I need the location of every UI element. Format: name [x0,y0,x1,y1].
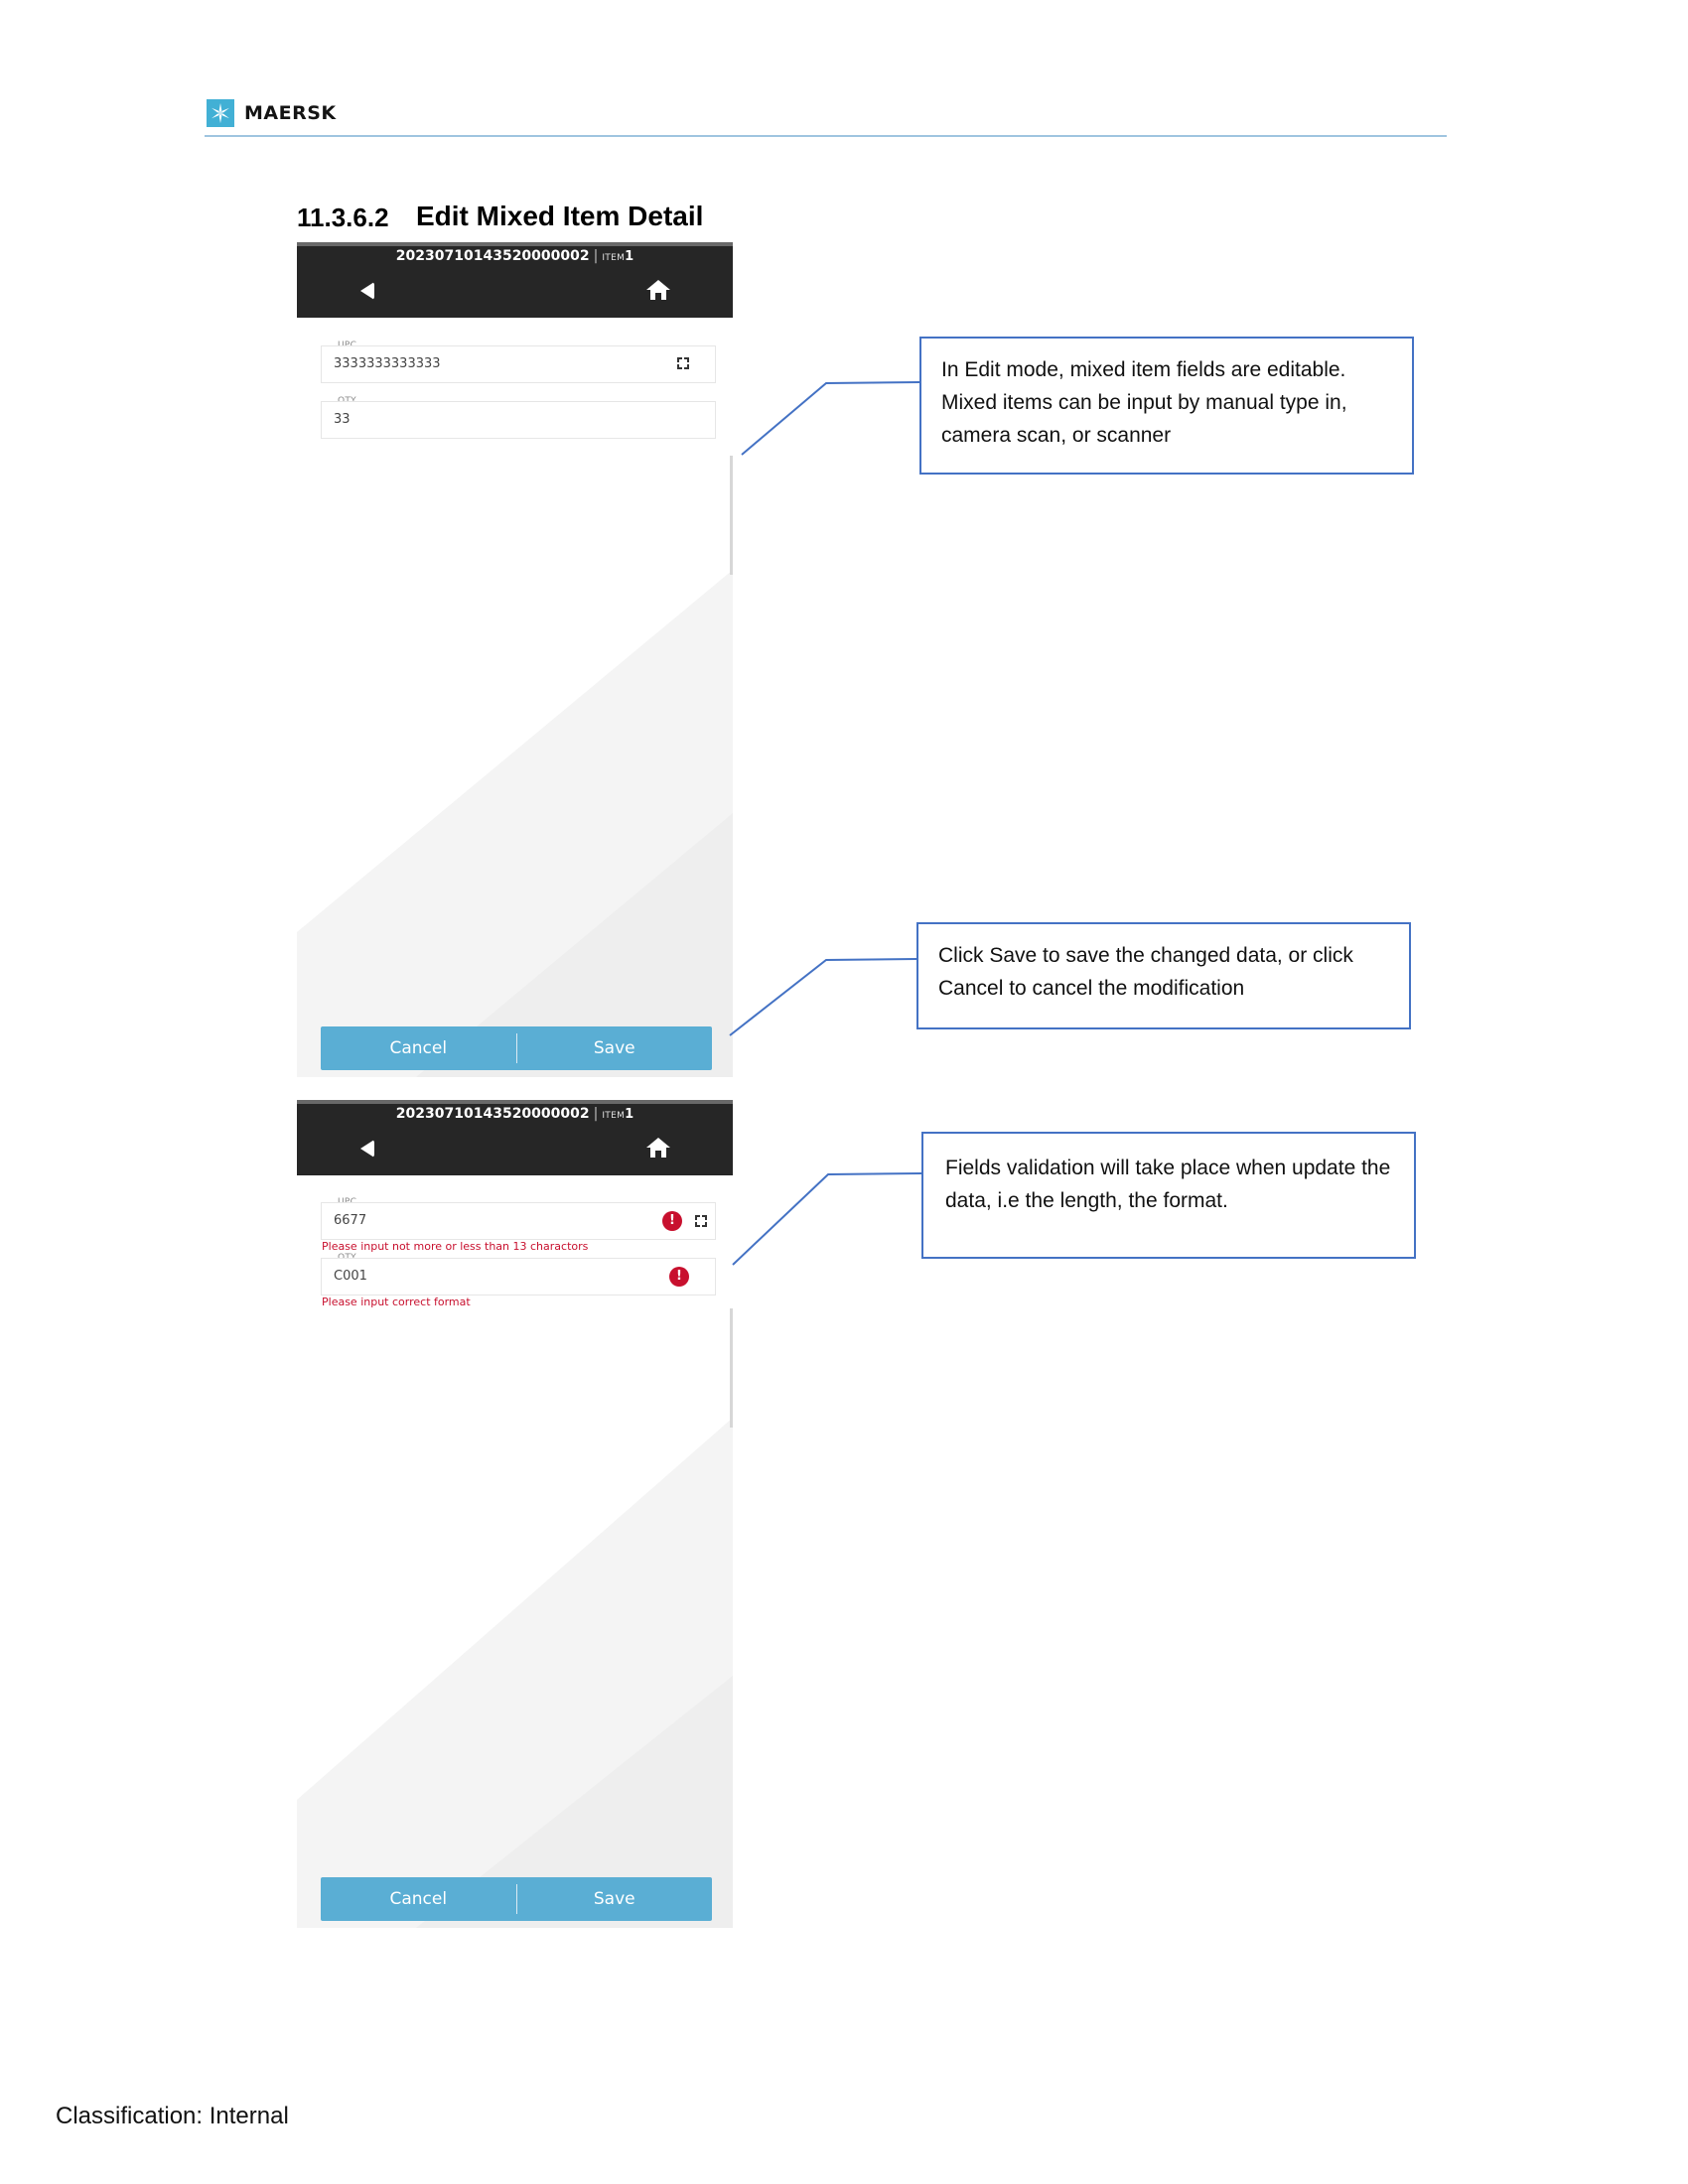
maersk-star-icon [211,102,229,124]
back-arrow-icon[interactable] [360,282,374,300]
classification-label: Classification: Internal [56,2103,289,2129]
item-number: 1 [625,1107,634,1122]
home-icon[interactable] [644,1136,672,1160]
qty-value[interactable]: 33 [334,412,351,427]
home-icon[interactable] [644,278,672,302]
order-id: 20230710143520000002 [395,1106,590,1122]
item-label: ITEM [602,1111,626,1121]
validation-screen: 20230710143520000002|ITEM1 UPC 6677 ! Pl… [297,1100,733,1928]
brand-name: MAERSK [244,102,337,124]
qty-error-message: Please input correct format [322,1296,471,1308]
item-label: ITEM [602,253,626,263]
maersk-logo [207,99,234,127]
callout-validation: Fields validation will take place when u… [921,1132,1416,1259]
status-bar [297,242,733,246]
cancel-button[interactable]: Cancel [321,1026,516,1070]
scrollbar[interactable] [730,456,733,575]
action-bar: Cancel Save [321,1026,712,1070]
scan-icon[interactable] [694,1214,708,1228]
section-title: Edit Mixed Item Detail [416,201,704,231]
qty-value[interactable]: C001 [334,1269,367,1284]
qty-input[interactable]: 33 [321,401,716,439]
edit-screen: 20230710143520000002|ITEM1 UPC 333333333… [297,242,733,1077]
qty-input[interactable]: C001 ! [321,1258,716,1296]
save-button[interactable]: Save [517,1026,713,1070]
scrollbar[interactable] [730,1308,733,1428]
callout-leader-lines [729,381,922,1266]
item-number: 1 [625,249,634,264]
order-id-title: 20230710143520000002 | ITEM1 [395,248,634,264]
back-arrow-icon[interactable] [360,1140,374,1158]
scan-icon[interactable] [676,356,690,370]
order-id: 20230710143520000002 [395,248,590,264]
upc-input[interactable]: 3333333333333 [321,345,716,383]
order-id-title: 20230710143520000002 | ITEM1 [395,1106,634,1122]
upc-value[interactable]: 6677 [334,1213,366,1228]
save-button[interactable]: Save [517,1877,713,1921]
upc-input[interactable]: 6677 ! [321,1202,716,1240]
callout-edit-mode: In Edit mode, mixed item fields are edit… [919,337,1414,475]
error-icon: ! [669,1267,689,1287]
upc-value[interactable]: 3333333333333 [334,356,441,371]
header-divider [205,135,1447,137]
status-bar [297,1100,733,1104]
app-header: 20230710143520000002 | ITEM1 [297,1100,733,1175]
error-icon: ! [662,1211,682,1231]
callout-save-cancel: Click Save to save the changed data, or … [916,922,1411,1029]
section-number: 11.3.6.2 [297,203,389,232]
app-header: 20230710143520000002 | ITEM1 [297,242,733,318]
action-bar: Cancel Save [321,1877,712,1921]
upc-error-message: Please input not more or less than 13 ch… [322,1240,589,1253]
cancel-button[interactable]: Cancel [321,1877,516,1921]
